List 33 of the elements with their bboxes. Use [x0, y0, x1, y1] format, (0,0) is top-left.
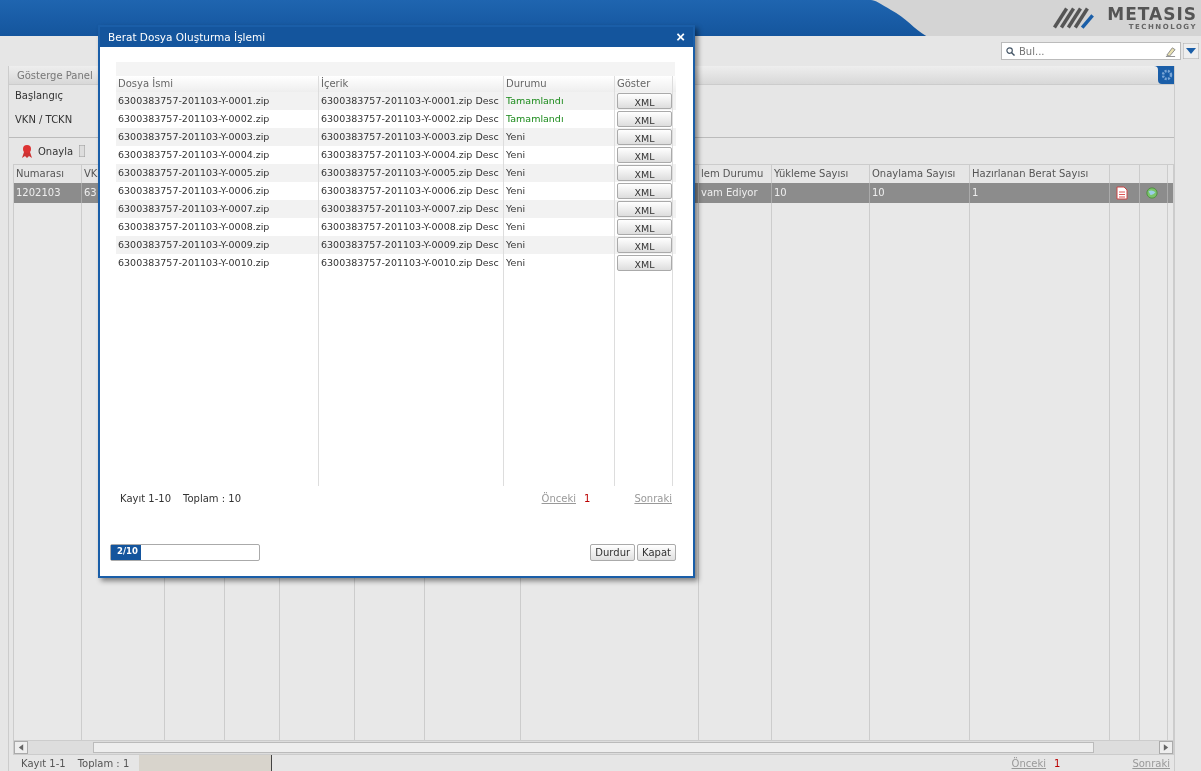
table-cell-text: 1: [972, 186, 979, 200]
file-name-cell: 6300383757-201103-Y-0010.zip: [116, 254, 319, 272]
table-cell-text: 1202103: [16, 186, 61, 200]
content-cell: 6300383757-201103-Y-0007.zip Desc: [319, 200, 504, 218]
table-cell-text: vam Ediyor: [701, 186, 758, 200]
field-label: Başlangıç: [15, 89, 64, 103]
file-name-cell: 6300383757-201103-Y-0009.zip: [116, 236, 319, 254]
table-cell-text: 10: [872, 186, 885, 200]
content-cell: 6300383757-201103-Y-0009.zip Desc: [319, 236, 504, 254]
status-cell: Yeni: [504, 236, 615, 254]
status-cell: Yeni: [504, 164, 615, 182]
file-name-cell: 6300383757-201103-Y-0001.zip: [116, 92, 319, 110]
content-cell: 6300383757-201103-Y-0001.zip Desc: [319, 92, 504, 110]
progress-label: 2/10: [117, 545, 138, 558]
field-label: VKN / TCKN: [15, 113, 73, 127]
file-name-cell: 6300383757-201103-Y-0005.zip: [116, 164, 319, 182]
logo-name: METASIS: [1107, 5, 1197, 23]
table-cell-text: 10: [774, 186, 787, 200]
status-cell: Yeni: [504, 128, 615, 146]
dialog-title: Berat Dosya Oluşturma İşlemi: [108, 31, 266, 43]
table-cell-text: 63: [84, 186, 97, 200]
record-range: Kayıt 1-1: [21, 757, 66, 769]
record-total: Toplam : 1: [77, 757, 130, 769]
record-range: Kayıt 1-10: [120, 492, 171, 504]
content-cell: 6300383757-201103-Y-0010.zip Desc: [319, 254, 504, 272]
file-name-cell: 6300383757-201103-Y-0003.zip: [116, 128, 319, 146]
file-name-cell: 6300383757-201103-Y-0007.zip: [116, 200, 319, 218]
status-cell: Yeni: [504, 254, 615, 272]
content-cell: 6300383757-201103-Y-0003.zip Desc: [319, 128, 504, 146]
record-total: Toplam : 10: [183, 492, 241, 504]
content-cell: 6300383757-201103-Y-0005.zip Desc: [319, 164, 504, 182]
status-cell: Yeni: [504, 200, 615, 218]
status-cell: Tamamlandı: [504, 92, 615, 110]
